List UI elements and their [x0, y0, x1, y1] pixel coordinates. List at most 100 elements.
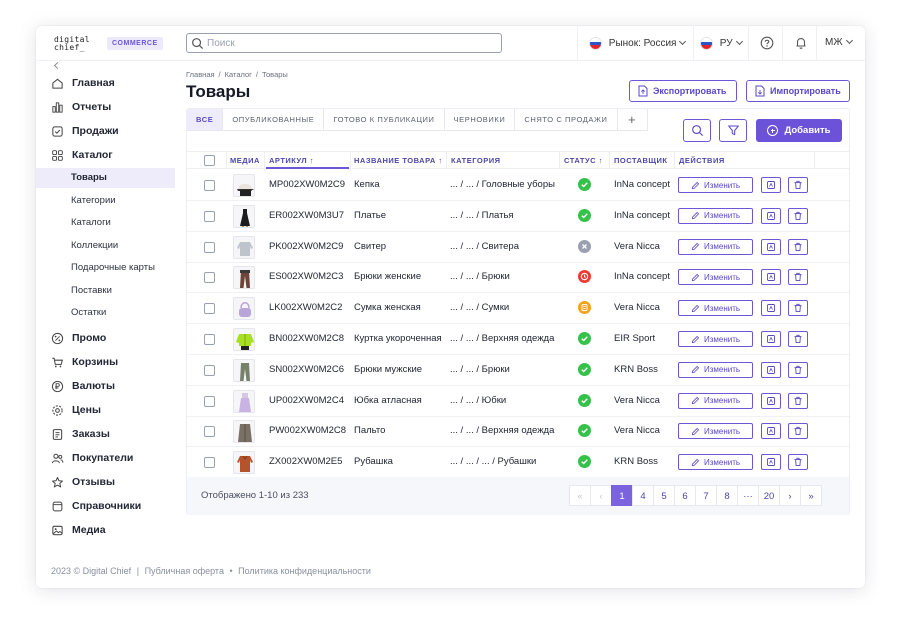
sidebar-subitem-categories[interactable]: Категории — [36, 191, 175, 211]
search-button[interactable] — [683, 119, 711, 142]
row-checkbox[interactable] — [204, 303, 215, 315]
edit-button[interactable]: Изменить — [678, 331, 753, 347]
table-row[interactable]: BN002XW0M2C8 Куртка укороченная ... / ... … — [187, 324, 849, 355]
filter-button[interactable] — [719, 119, 747, 142]
public-offer-link[interactable]: Публичная оферта — [145, 566, 224, 576]
archive-button[interactable] — [761, 423, 781, 440]
user-menu[interactable]: МЖ — [825, 36, 853, 48]
row-checkbox[interactable] — [204, 426, 215, 438]
sidebar-item-orders[interactable]: Заказы — [36, 424, 181, 444]
language-selector[interactable]: РУ — [700, 37, 743, 50]
sidebar-subitem-gift-cards[interactable]: Подарочные карты — [36, 258, 175, 278]
sidebar-item-prices[interactable]: Цены — [36, 400, 181, 420]
delete-button[interactable] — [788, 300, 808, 317]
logo[interactable]: digital chief_ — [54, 36, 90, 52]
delete-button[interactable] — [788, 238, 808, 255]
row-checkbox[interactable] — [204, 210, 215, 222]
export-button[interactable]: Экспортировать — [629, 80, 737, 102]
first-page-icon[interactable]: « — [569, 485, 591, 506]
product-image[interactable] — [233, 174, 255, 197]
sidebar-subitem-collections[interactable]: Коллекции — [36, 236, 175, 256]
last-page-icon[interactable]: » — [800, 485, 822, 506]
product-image[interactable] — [233, 266, 255, 290]
column-name[interactable]: НАЗВАНИЕ ТОВАРА ↑ — [354, 152, 443, 169]
delete-button[interactable] — [788, 177, 808, 193]
sidebar-item-reports[interactable]: Отчеты — [36, 97, 181, 117]
table-row[interactable]: SN002XW0M2C6 Брюки мужские ... / ... / Брю… — [187, 355, 849, 386]
edit-button[interactable]: Изменить — [678, 269, 753, 286]
delete-button[interactable] — [788, 207, 808, 224]
sidebar-item-currencies[interactable]: Валюты — [36, 376, 181, 396]
product-image[interactable] — [233, 204, 255, 228]
tab-withdrawn[interactable]: СНЯТО С ПРОДАЖИ — [515, 109, 618, 131]
help-icon[interactable] — [760, 36, 774, 50]
page-6[interactable]: 6 — [674, 485, 696, 506]
table-row[interactable]: ZX002XW0M2E5 Рубашка ... / ... / ... / Руб… — [187, 447, 849, 479]
delete-button[interactable] — [788, 423, 808, 440]
search-box[interactable] — [186, 33, 502, 53]
tab-drafts[interactable]: ЧЕРНОВИКИ — [444, 109, 516, 131]
page-20[interactable]: 20 — [758, 485, 780, 506]
table-row[interactable]: PW002XW0M2C8 Пальто ... / ... / Верхняя од… — [187, 416, 849, 448]
edit-button[interactable]: Изменить — [678, 454, 753, 471]
edit-button[interactable]: Изменить — [678, 238, 753, 255]
page-7[interactable]: 7 — [695, 485, 717, 506]
delete-button[interactable] — [788, 269, 808, 286]
search-input[interactable] — [207, 36, 487, 50]
product-image[interactable] — [233, 328, 255, 351]
tab-all[interactable]: ВСЕ — [187, 109, 224, 131]
sidebar-item-sales[interactable]: Продажи — [36, 121, 181, 141]
tab-published[interactable]: ОПУБЛИКОВАННЫЕ — [223, 109, 325, 131]
sidebar-subitem-supplies[interactable]: Поставки — [36, 281, 175, 301]
bell-icon[interactable] — [794, 36, 808, 50]
edit-button[interactable]: Изменить — [678, 392, 753, 409]
add-tab-button[interactable]: + — [617, 109, 648, 131]
archive-button[interactable] — [761, 361, 781, 378]
product-image[interactable] — [233, 297, 255, 321]
page-8[interactable]: 8 — [716, 485, 738, 506]
sidebar-subitem-catalogs[interactable]: Каталоги — [36, 213, 175, 233]
table-row[interactable]: LK002XW0M2C2 Сумка женская ... / ... / Сум… — [187, 293, 849, 325]
add-product-button[interactable]: Добавить — [756, 119, 842, 142]
sidebar-subitem-stock[interactable]: Остатки — [36, 303, 175, 323]
column-sku[interactable]: АРТИКУЛ ↑ — [266, 152, 349, 169]
table-row[interactable]: PK002XW0M2C9 Свитер ... / ... / Свитера Ver… — [187, 232, 849, 263]
table-row[interactable]: UP002XW0M2C4 Юбка атласная ... / ... / Юбк… — [187, 386, 849, 417]
product-image[interactable] — [233, 389, 255, 413]
sidebar-subitem-products[interactable]: Товары — [36, 168, 175, 188]
row-checkbox[interactable] — [204, 395, 215, 407]
row-checkbox[interactable] — [204, 457, 215, 469]
sidebar-item-carts[interactable]: Корзины — [36, 352, 181, 372]
edit-button[interactable]: Изменить — [678, 361, 753, 378]
row-checkbox[interactable] — [204, 241, 215, 253]
sidebar-item-dictionaries[interactable]: Справочники — [36, 496, 181, 516]
archive-button[interactable] — [761, 207, 781, 224]
delete-button[interactable] — [788, 392, 808, 409]
breadcrumb-home[interactable]: Главная — [186, 70, 215, 79]
table-row[interactable]: ES002XW0M2C3 Брюки женские ... / ... / Брю… — [187, 262, 849, 294]
archive-button[interactable] — [761, 269, 781, 286]
sidebar-item-customers[interactable]: Покупатели — [36, 448, 181, 468]
edit-button[interactable]: Изменить — [678, 300, 753, 317]
prev-page-icon[interactable]: ‹ — [590, 485, 612, 506]
import-button[interactable]: Импортировать — [746, 80, 850, 102]
row-checkbox[interactable] — [204, 334, 215, 345]
edit-button[interactable]: Изменить — [678, 177, 753, 193]
page-4[interactable]: 4 — [632, 485, 654, 506]
tab-ready[interactable]: ГОТОВО К ПУБЛИКАЦИИ — [324, 109, 445, 131]
page-5[interactable]: 5 — [653, 485, 675, 506]
page-1[interactable]: 1 — [611, 485, 633, 506]
product-image[interactable] — [233, 358, 255, 382]
archive-button[interactable] — [761, 300, 781, 317]
product-image[interactable] — [233, 235, 255, 259]
table-row[interactable]: MP002XW0M2C9 Кепка ... / ... / Головные уб… — [187, 170, 849, 201]
archive-button[interactable] — [761, 177, 781, 193]
delete-button[interactable] — [788, 331, 808, 347]
select-all-checkbox[interactable] — [204, 155, 215, 166]
edit-button[interactable]: Изменить — [678, 423, 753, 440]
row-checkbox[interactable] — [204, 272, 215, 284]
product-image[interactable] — [233, 420, 255, 444]
archive-button[interactable] — [761, 331, 781, 347]
market-selector[interactable]: Рынок: Россия — [589, 37, 687, 50]
next-page-icon[interactable]: › — [779, 485, 801, 506]
